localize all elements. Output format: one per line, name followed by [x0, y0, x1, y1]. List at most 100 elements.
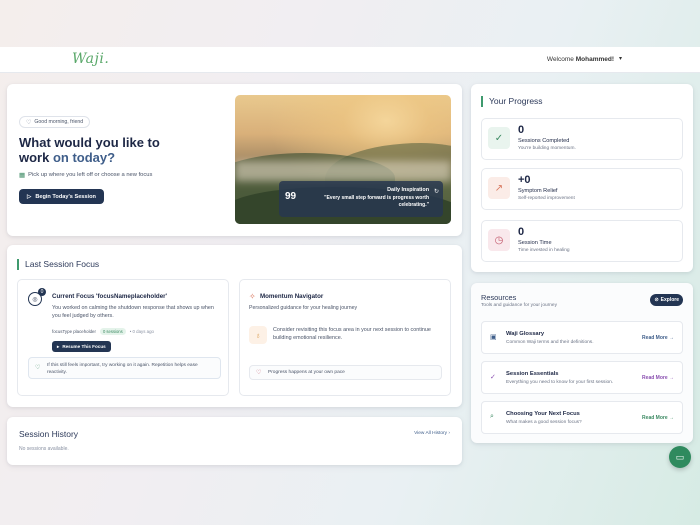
sessions-pill: 0 sessions	[99, 328, 126, 335]
hero-title-line1: What would you like to	[19, 135, 160, 150]
search-icon: ⌕	[490, 413, 494, 420]
stat-value: 0	[518, 226, 525, 238]
resume-focus-label: Resume This Focus	[62, 344, 106, 349]
compass-icon: ⊘	[654, 297, 659, 303]
stat-value: 0	[518, 124, 525, 136]
last-session-card: Last Session Focus ◎ 0 Current Focus 'fo…	[7, 245, 462, 407]
inspiration-quote: "Every small step forward is progress wo…	[324, 195, 429, 208]
resources-sub: Tools and guidance for your journey	[481, 303, 557, 308]
resources-card: Resources Tools and guidance for your jo…	[471, 283, 693, 443]
user-name: Mohammed!	[575, 56, 614, 63]
focus-title: Current Focus 'focusNameplaceholder'	[52, 293, 168, 300]
begin-session-label: Begin Today's Session	[35, 193, 96, 200]
clock-icon: ◷	[488, 229, 510, 251]
stat-label: Session Time	[518, 240, 552, 246]
progress-card: Your Progress ✓ 0 Sessions Completed You…	[471, 84, 693, 272]
resource-title: Choosing Your Next Focus	[506, 411, 580, 417]
session-history-card: Session History View All History › No se…	[7, 417, 462, 465]
resource-desc: What makes a good session focus?	[506, 420, 582, 425]
top-bar: Waji. Welcome Mohammed! ▾	[0, 47, 700, 73]
lightbulb-icon: ♁	[249, 326, 267, 344]
read-more-label: Read More	[642, 335, 668, 341]
greeting-chip: ♡ Good morning, friend	[19, 116, 91, 128]
resource-desc: Everything you need to know for your fir…	[506, 380, 614, 385]
chevron-right-icon: ›	[448, 431, 450, 436]
navigator-sub: Personalized guidance for your healing j…	[249, 305, 358, 311]
focus-body: You worked on calming the shutdown respo…	[52, 305, 214, 319]
hero-title-work: work	[19, 150, 50, 165]
resource-title: Waji Glossary	[506, 331, 545, 337]
focus-meta: focusType placeholder 0 sessions • 0 day…	[52, 328, 154, 335]
focus-tip: ♡ If this still feels important, try wor…	[28, 357, 221, 379]
grid-icon: ▦	[19, 172, 26, 179]
stat-value: +0	[518, 174, 531, 186]
heart-icon: ♡	[26, 119, 32, 126]
chevron-down-icon[interactable]: ▾	[619, 55, 622, 62]
navigator-title: Momentum Navigator	[260, 293, 324, 300]
check-circle-icon: ✓	[488, 127, 510, 149]
trend-up-icon: ↗	[488, 177, 510, 199]
resource-title: Session Essentials	[506, 371, 559, 377]
progress-title: Your Progress	[481, 96, 543, 107]
resume-focus-button[interactable]: ▸ Resume This Focus	[52, 341, 111, 352]
stat-sub: Self-reported improvement	[518, 196, 575, 201]
stat-session-time: ◷ 0 Session Time Time invested in healin…	[481, 220, 683, 262]
resource-item[interactable]: ⌕ Choosing Your Next Focus What makes a …	[481, 401, 683, 434]
read-more-link[interactable]: Read More →	[642, 375, 674, 381]
refresh-icon[interactable]: ↻	[434, 188, 439, 195]
play-icon: ▸	[57, 343, 60, 349]
heart-icon: ♡	[256, 370, 262, 376]
hero-card: ♡ Good morning, friend What would you li…	[7, 84, 462, 236]
landscape-image: 99 Daily Inspiration "Every small step f…	[235, 95, 451, 224]
waji-logo[interactable]: Waji.	[72, 51, 109, 67]
chat-icon: ▭	[675, 451, 685, 462]
read-more-link[interactable]: Read More →	[642, 335, 674, 341]
stat-sub: You're building momentum.	[518, 146, 576, 151]
play-icon: ▷	[27, 193, 32, 200]
quote-icon: 99	[285, 191, 297, 202]
resource-item[interactable]: ▣ Waji Glossary Common Waji terms and th…	[481, 321, 683, 354]
read-more-link[interactable]: Read More →	[642, 415, 674, 421]
hero-subtitle-text: Pick up where you left off or choose a n…	[28, 172, 153, 178]
focus-tip-text: If this still feels important, try worki…	[47, 363, 198, 375]
explore-button[interactable]: ⊘ Explore	[650, 294, 683, 306]
explore-label: Explore	[660, 297, 679, 303]
book-icon: ▣	[490, 334, 497, 341]
navigator-advice: Consider revisiting this focus area in y…	[273, 327, 431, 341]
hero-title-accent: on today?	[52, 150, 116, 165]
stat-label: Sessions Completed	[518, 138, 570, 144]
view-all-label: View All History	[414, 431, 448, 436]
fog-shape	[235, 161, 451, 181]
check-icon: ✓	[490, 374, 496, 381]
navigator-footer: ♡ Progress happens at your own pace	[249, 365, 442, 380]
stat-symptom-relief: ↗ +0 Symptom Relief Self-reported improv…	[481, 168, 683, 210]
chat-button[interactable]: ▭	[669, 446, 691, 468]
inspiration-label: Daily Inspiration	[387, 187, 429, 193]
momentum-navigator-card: ✧ Momentum Navigator Personalized guidan…	[239, 279, 451, 396]
welcome-text: Welcome	[546, 56, 574, 63]
focus-count-badge: 0	[38, 288, 46, 296]
resources-title: Resources	[481, 293, 517, 302]
user-menu[interactable]: Welcome Mohammed!	[547, 56, 614, 63]
daily-inspiration: 99 Daily Inspiration "Every small step f…	[279, 181, 443, 217]
greeting-text: Good morning, friend	[34, 119, 84, 125]
history-empty: No sessions available.	[19, 446, 69, 452]
current-focus-card: ◎ 0 Current Focus 'focusNameplaceholder'…	[17, 279, 229, 396]
read-more-label: Read More	[642, 375, 668, 381]
focus-type: focusType placeholder	[52, 329, 96, 334]
resource-item[interactable]: ✓ Session Essentials Everything you need…	[481, 361, 683, 394]
begin-session-button[interactable]: ▷ Begin Today's Session	[19, 189, 104, 204]
hero-subtitle: ▦ Pick up where you left off or choose a…	[19, 171, 152, 179]
heart-icon: ♡	[35, 365, 41, 371]
hero-title: What would you like to work on today?	[19, 135, 219, 165]
compass-icon: ✧	[249, 292, 256, 301]
read-more-label: Read More	[642, 415, 668, 421]
resource-desc: Common Waji terms and their definitions.	[506, 340, 594, 345]
navigator-footer-text: Progress happens at your own pace	[268, 370, 345, 375]
stat-sessions-completed: ✓ 0 Sessions Completed You're building m…	[481, 118, 683, 160]
history-title: Session History	[19, 429, 79, 439]
stat-label: Symptom Relief	[518, 188, 558, 194]
view-all-history-link[interactable]: View All History ›	[414, 431, 450, 436]
last-session-title: Last Session Focus	[17, 259, 99, 270]
focus-ago: • 0 days ago	[129, 329, 154, 334]
